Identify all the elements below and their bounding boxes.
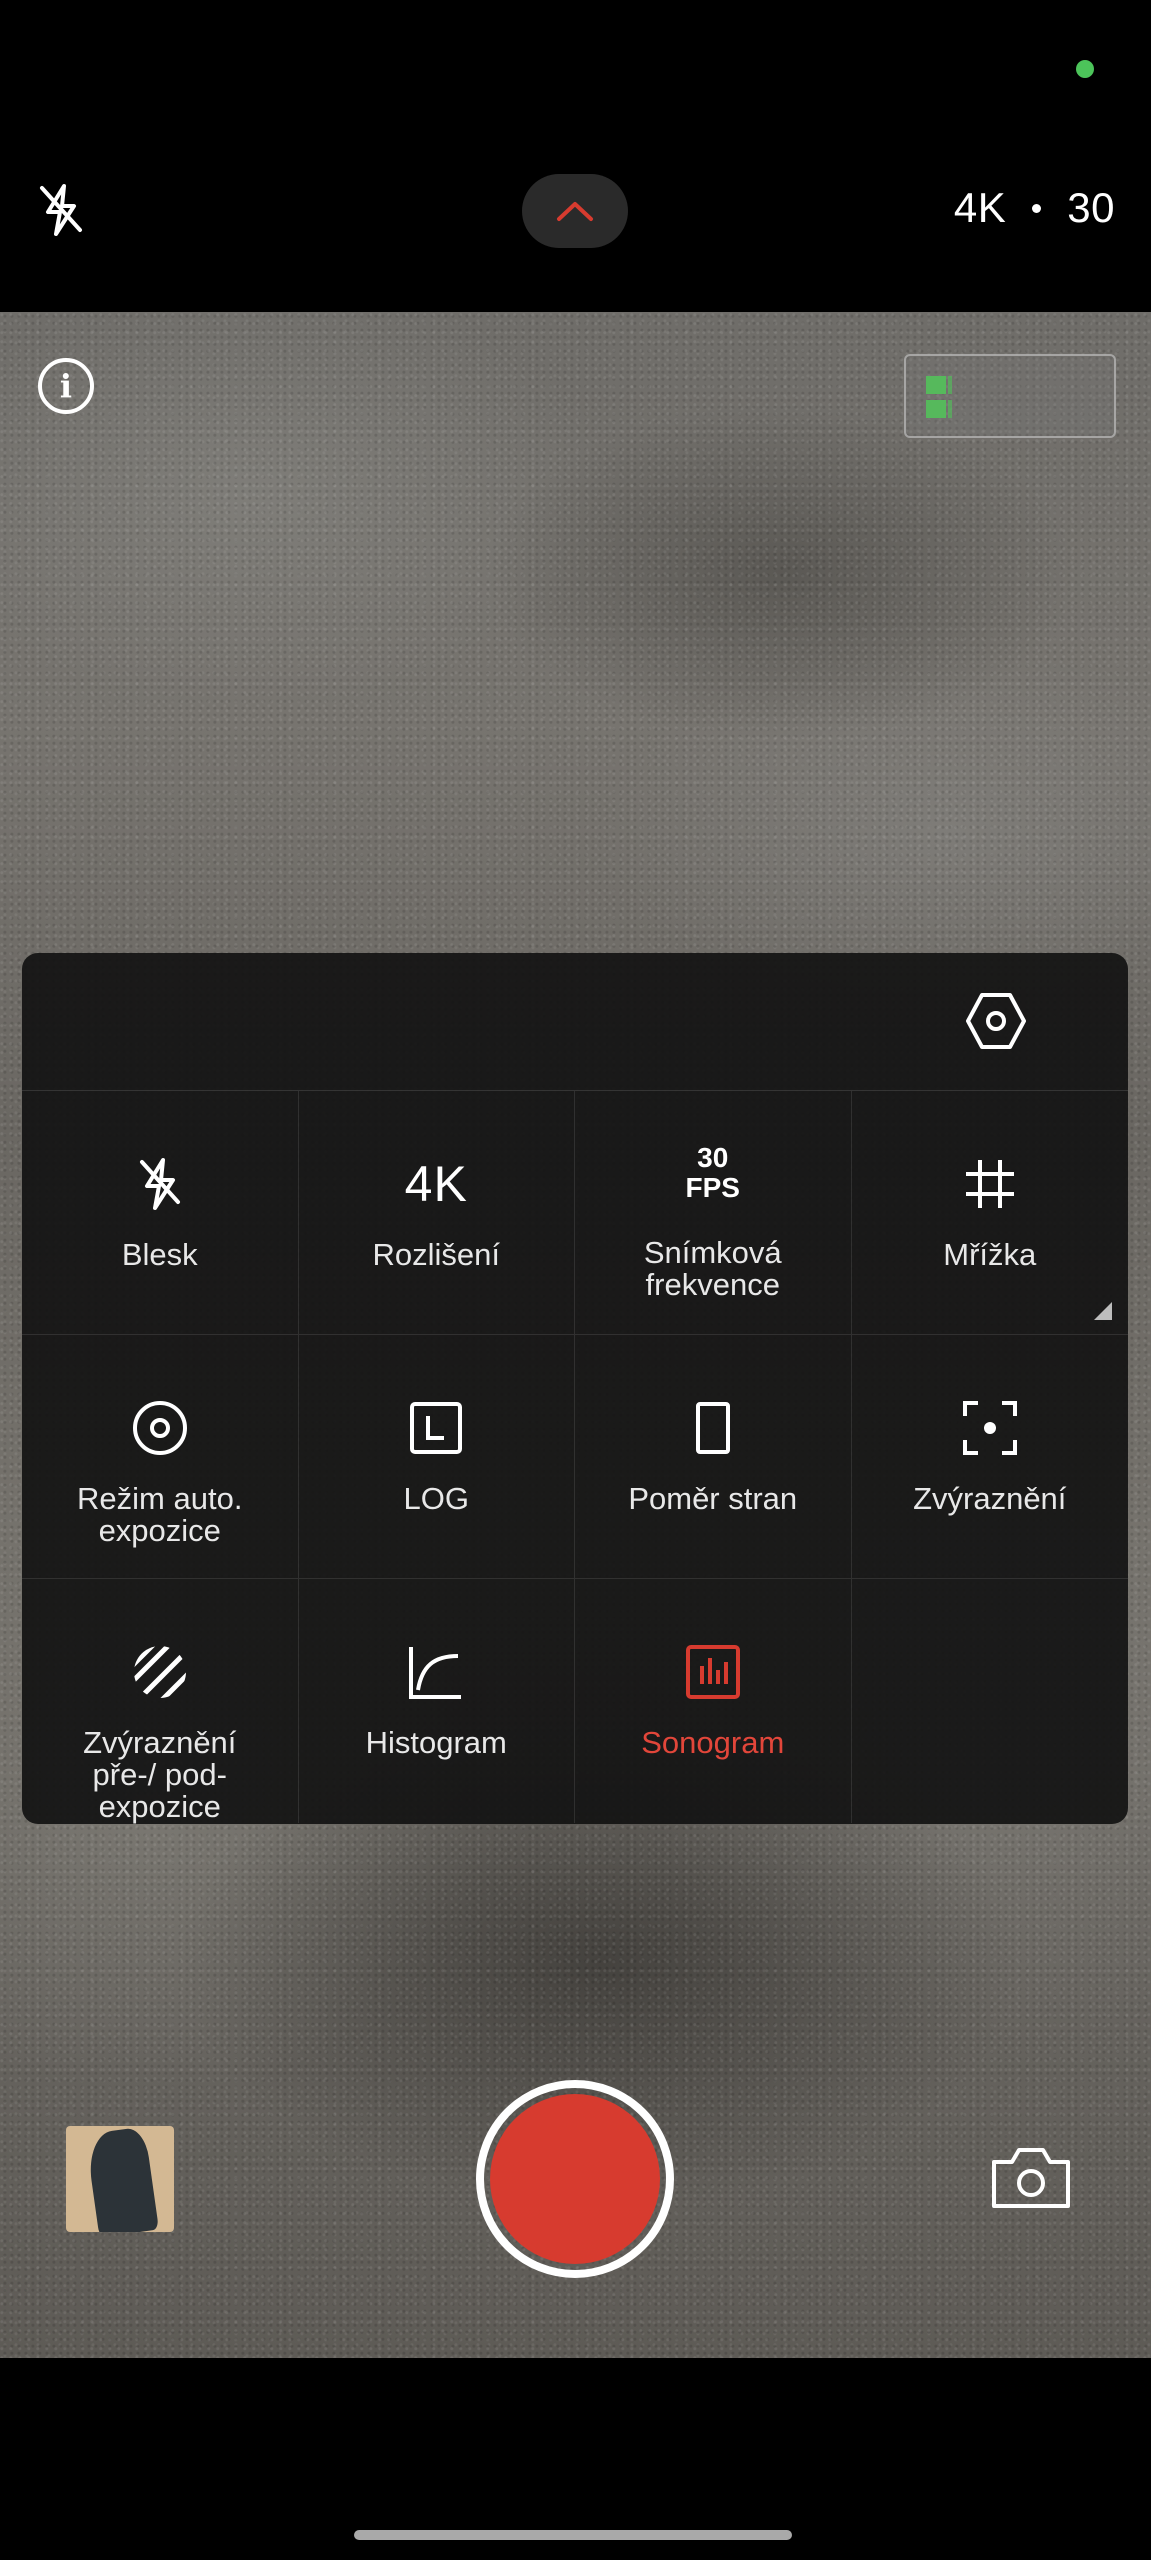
frame-rate-indicator: 30 xyxy=(1067,184,1115,231)
focus-peaking-icon xyxy=(962,1397,1018,1459)
setting-label: Sonogram xyxy=(641,1725,785,1760)
resolution-indicator: 4K xyxy=(953,184,1007,231)
setting-log[interactable]: LOG xyxy=(298,1335,575,1579)
sonogram-icon xyxy=(685,1641,741,1703)
histogram-icon xyxy=(408,1641,464,1703)
preview-line xyxy=(948,376,952,394)
record-button-core xyxy=(490,2094,660,2264)
setting-zebra[interactable]: Zvýraznění pře-/ pod-expozice xyxy=(22,1579,299,1823)
setting-label: Zvýraznění xyxy=(913,1481,1067,1516)
record-button[interactable] xyxy=(476,2080,674,2278)
video-format-indicator[interactable]: 4K 30 xyxy=(954,184,1115,232)
separator-dot xyxy=(1032,203,1042,213)
setting-frame-rate[interactable]: 30 FPS Snímková frekvence xyxy=(575,1091,852,1335)
home-gesture-bar[interactable] xyxy=(354,2530,792,2540)
privacy-indicator-dot xyxy=(1076,60,1094,78)
fps-unit: FPS xyxy=(685,1172,740,1203)
setting-histogram[interactable]: Histogram xyxy=(299,1579,575,1823)
zebra-icon xyxy=(132,1641,188,1703)
zoom-preview-map xyxy=(904,354,1116,438)
preview-block xyxy=(926,376,946,394)
flash-off-icon xyxy=(138,1153,182,1215)
log-icon xyxy=(409,1397,463,1459)
preview-line xyxy=(948,400,952,418)
setting-label: Histogram xyxy=(365,1725,507,1760)
fps-number: 30 xyxy=(697,1142,729,1173)
info-glyph: i xyxy=(59,367,73,405)
quick-settings-panel: Blesk 4K Rozlišení 30 FPS Snímková frekv… xyxy=(22,953,1128,1824)
setting-label: LOG xyxy=(403,1481,469,1516)
setting-label: Mřížka xyxy=(943,1237,1037,1272)
setting-resolution[interactable]: 4K Rozlišení xyxy=(298,1091,575,1335)
aspect-ratio-icon xyxy=(695,1397,731,1459)
setting-auto-exposure[interactable]: Režim auto. expozice xyxy=(22,1335,299,1579)
setting-label: Režim auto. expozice xyxy=(77,1481,243,1548)
auto-exposure-icon xyxy=(131,1397,189,1459)
expand-controls-button[interactable] xyxy=(522,174,628,248)
thumbnail-subject xyxy=(85,2126,159,2232)
fps-value: 30 FPS xyxy=(686,1131,740,1215)
gallery-thumbnail[interactable] xyxy=(66,2126,174,2232)
camera-icon[interactable] xyxy=(988,2144,1074,2212)
flash-off-icon[interactable] xyxy=(36,180,88,240)
resolution-text: 4K xyxy=(404,1156,468,1212)
quick-settings-grid: Blesk 4K Rozlišení 30 FPS Snímková frekv… xyxy=(22,1091,1128,1823)
setting-label: Snímková frekvence xyxy=(643,1235,782,1302)
setting-label: Zvýraznění pře-/ pod-expozice xyxy=(83,1725,237,1824)
setting-label: Blesk xyxy=(121,1237,198,1272)
preview-block xyxy=(926,400,946,418)
grid-icon xyxy=(964,1153,1016,1215)
more-options-indicator xyxy=(1094,1302,1112,1320)
info-icon[interactable]: i xyxy=(38,358,94,414)
empty-cell xyxy=(852,1579,1129,1823)
setting-label: Poměr stran xyxy=(628,1481,798,1516)
resolution-value: 4K xyxy=(405,1153,468,1215)
top-bar: 4K 30 xyxy=(0,0,1151,312)
setting-aspect-ratio[interactable]: Poměr stran xyxy=(575,1335,852,1579)
setting-label: Rozlišení xyxy=(372,1237,501,1272)
setting-grid[interactable]: Mřížka xyxy=(851,1091,1128,1335)
setting-focus-peaking[interactable]: Zvýraznění xyxy=(851,1335,1128,1579)
chevron-up-icon xyxy=(557,202,593,221)
setting-sonogram[interactable]: Sonogram xyxy=(575,1579,852,1823)
setting-flash[interactable]: Blesk xyxy=(22,1091,299,1335)
panel-header xyxy=(22,953,1128,1091)
settings-hexagon-icon[interactable] xyxy=(964,989,1028,1053)
